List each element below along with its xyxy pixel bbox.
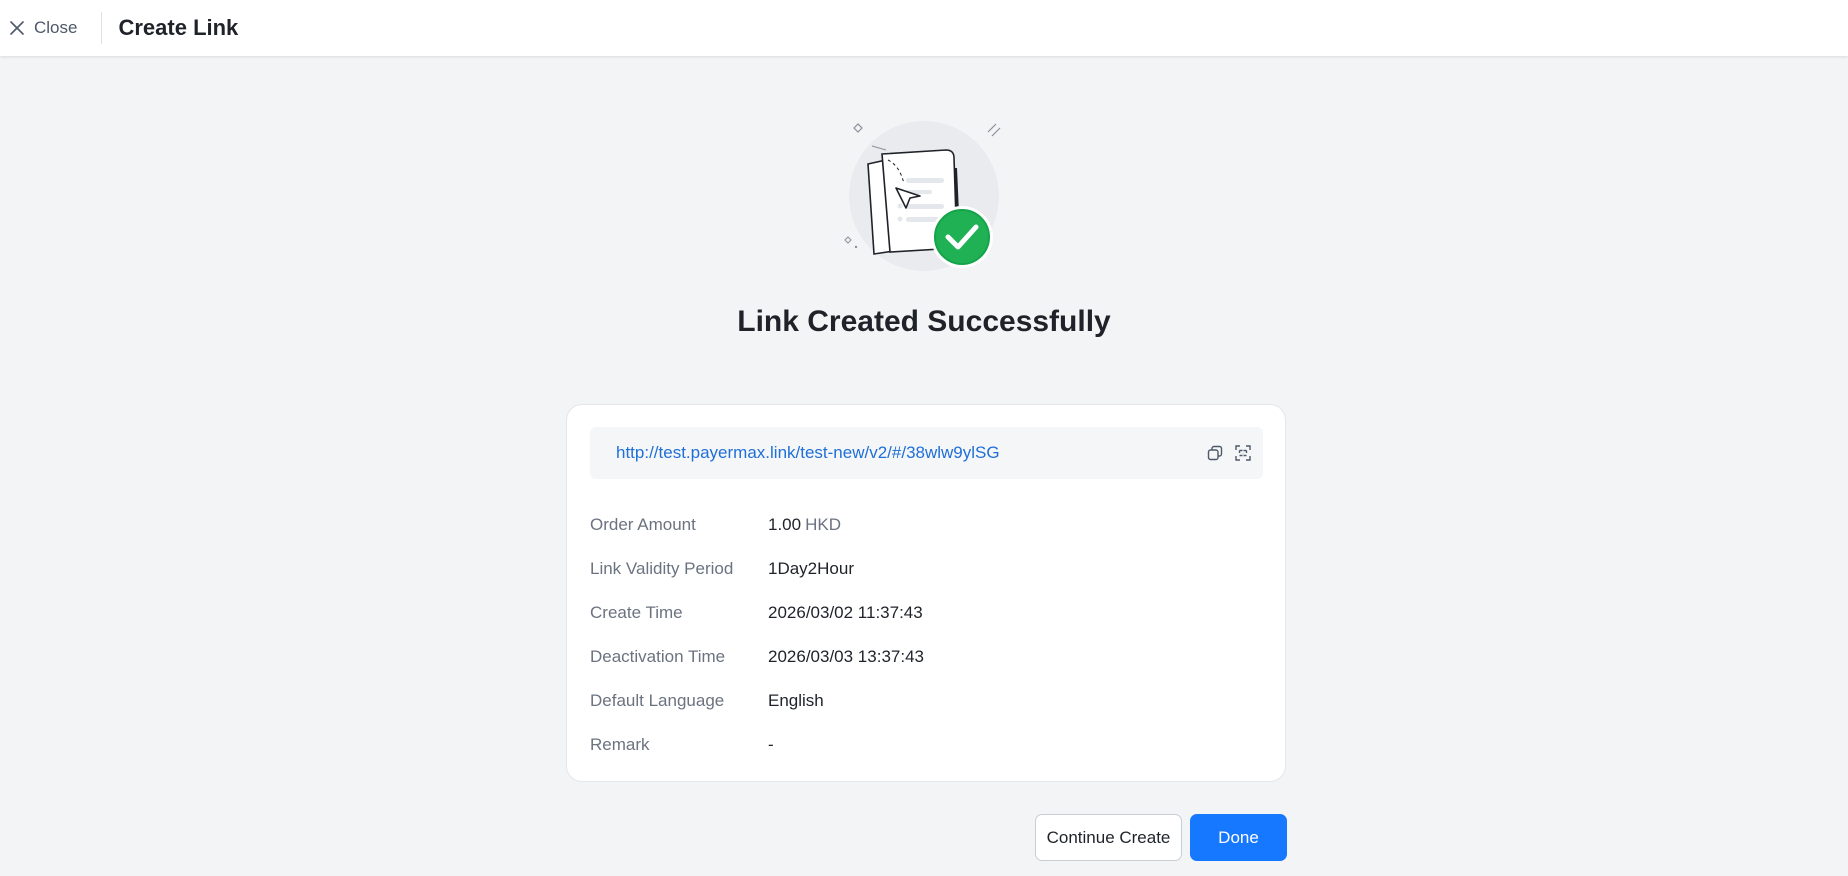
detail-value: 2026/03/03 13:37:43 xyxy=(768,647,924,666)
payment-link[interactable]: http://test.payermax.link/test-new/v2/#/… xyxy=(616,443,1207,463)
link-box: http://test.payermax.link/test-new/v2/#/… xyxy=(590,427,1263,479)
detail-value: 1Day2Hour xyxy=(768,559,854,578)
detail-label: Default Language xyxy=(590,691,725,710)
check-circle-icon xyxy=(934,209,990,265)
link-actions xyxy=(1207,445,1251,461)
detail-row-remark: Remark - xyxy=(590,723,1240,767)
detail-value: 1.00 xyxy=(768,515,802,534)
done-button[interactable]: Done xyxy=(1190,814,1287,861)
detail-value: - xyxy=(768,735,774,754)
detail-row-order-amount: Order Amount 1.00 HKD xyxy=(590,503,1240,547)
close-icon xyxy=(10,21,24,35)
detail-label: Link Validity Period xyxy=(590,559,734,578)
details-list: Order Amount 1.00 HKD Link Validity Peri… xyxy=(590,503,1240,767)
currency-unit: HKD xyxy=(805,515,841,534)
detail-row-validity: Link Validity Period 1Day2Hour xyxy=(590,547,1240,591)
success-title: Link Created Successfully xyxy=(737,305,1111,338)
close-label: Close xyxy=(34,18,78,37)
detail-label: Deactivation Time xyxy=(590,647,726,666)
detail-row-language: Default Language English xyxy=(590,679,1240,723)
qr-code-icon[interactable] xyxy=(1235,445,1251,461)
top-bar: Close Create Link xyxy=(0,0,1848,56)
detail-label: Remark xyxy=(590,735,650,754)
copy-icon[interactable] xyxy=(1207,445,1223,461)
detail-row-deactivation-time: Deactivation Time 2026/03/03 13:37:43 xyxy=(590,635,1240,679)
page-title: Create Link xyxy=(118,15,239,40)
detail-value: English xyxy=(768,691,824,710)
detail-label: Create Time xyxy=(590,603,683,622)
link-details-card: http://test.payermax.link/test-new/v2/#/… xyxy=(566,404,1286,782)
detail-label: Order Amount xyxy=(590,515,696,534)
detail-row-create-time: Create Time 2026/03/02 11:37:43 xyxy=(590,591,1240,635)
detail-value: 2026/03/02 11:37:43 xyxy=(768,603,923,622)
continue-create-button[interactable]: Continue Create xyxy=(1035,814,1182,861)
close-button[interactable]: Close xyxy=(10,12,103,44)
success-illustration xyxy=(844,121,1001,271)
